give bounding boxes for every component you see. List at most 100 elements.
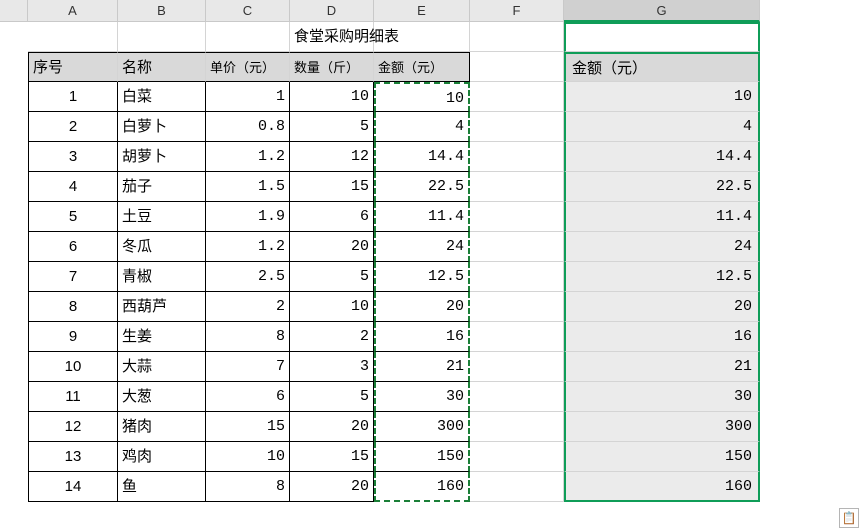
td-seq[interactable]: 1: [28, 82, 118, 112]
cell[interactable]: [470, 262, 564, 292]
td-name[interactable]: 猪肉: [118, 412, 206, 442]
td-seq[interactable]: 11: [28, 382, 118, 412]
td-price[interactable]: 1.2: [206, 232, 290, 262]
td-name[interactable]: 胡萝卜: [118, 142, 206, 172]
cell[interactable]: [470, 322, 564, 352]
td-amount[interactable]: 20: [374, 292, 470, 322]
td-g[interactable]: 14.4: [564, 142, 760, 172]
cell[interactable]: [470, 382, 564, 412]
td-qty[interactable]: 15: [290, 172, 374, 202]
td-seq[interactable]: 9: [28, 322, 118, 352]
td-price[interactable]: 1.5: [206, 172, 290, 202]
td-price[interactable]: 7: [206, 352, 290, 382]
td-amount[interactable]: 4: [374, 112, 470, 142]
cell[interactable]: [206, 22, 290, 52]
td-g[interactable]: 22.5: [564, 172, 760, 202]
td-name[interactable]: 土豆: [118, 202, 206, 232]
td-qty[interactable]: 20: [290, 472, 374, 502]
td-qty[interactable]: 5: [290, 112, 374, 142]
td-amount[interactable]: 30: [374, 382, 470, 412]
td-seq[interactable]: 10: [28, 352, 118, 382]
td-seq[interactable]: 3: [28, 142, 118, 172]
td-seq[interactable]: 13: [28, 442, 118, 472]
td-name[interactable]: 大葱: [118, 382, 206, 412]
td-qty[interactable]: 10: [290, 82, 374, 112]
td-g[interactable]: 20: [564, 292, 760, 322]
td-price[interactable]: 10: [206, 442, 290, 472]
td-name[interactable]: 青椒: [118, 262, 206, 292]
th-name[interactable]: 名称: [118, 52, 206, 82]
col-header-a[interactable]: A: [28, 0, 118, 22]
td-price[interactable]: 8: [206, 322, 290, 352]
th-price[interactable]: 单价（元）: [206, 52, 290, 82]
td-name[interactable]: 西葫芦: [118, 292, 206, 322]
td-amount[interactable]: 12.5: [374, 262, 470, 292]
td-price[interactable]: 8: [206, 472, 290, 502]
td-seq[interactable]: 4: [28, 172, 118, 202]
td-seq[interactable]: 5: [28, 202, 118, 232]
td-seq[interactable]: 2: [28, 112, 118, 142]
col-header-f[interactable]: F: [470, 0, 564, 22]
td-qty[interactable]: 20: [290, 412, 374, 442]
td-name[interactable]: 鸡肉: [118, 442, 206, 472]
td-amount[interactable]: 160: [374, 472, 470, 502]
cell[interactable]: [470, 472, 564, 502]
td-qty[interactable]: 20: [290, 232, 374, 262]
td-amount[interactable]: 14.4: [374, 142, 470, 172]
col-header-b[interactable]: B: [118, 0, 206, 22]
td-name[interactable]: 鱼: [118, 472, 206, 502]
col-header-d[interactable]: D: [290, 0, 374, 22]
cell[interactable]: [470, 142, 564, 172]
cell[interactable]: [470, 52, 564, 82]
cell[interactable]: [118, 22, 206, 52]
cell[interactable]: [470, 412, 564, 442]
td-seq[interactable]: 6: [28, 232, 118, 262]
td-qty[interactable]: 10: [290, 292, 374, 322]
td-price[interactable]: 1.9: [206, 202, 290, 232]
table-title[interactable]: 食堂采购明细表: [290, 22, 374, 52]
spreadsheet-grid[interactable]: A B C D E F G 食堂采购明细表 序号 名称 单价（元） 数量（斤） …: [0, 0, 861, 502]
paste-options-icon[interactable]: 📋: [839, 508, 859, 528]
td-amount[interactable]: 150: [374, 442, 470, 472]
td-amount[interactable]: 11.4: [374, 202, 470, 232]
td-seq[interactable]: 12: [28, 412, 118, 442]
cell[interactable]: [470, 82, 564, 112]
td-price[interactable]: 6: [206, 382, 290, 412]
select-all-corner[interactable]: [0, 0, 28, 22]
td-name[interactable]: 白萝卜: [118, 112, 206, 142]
td-amount[interactable]: 22.5: [374, 172, 470, 202]
td-name[interactable]: 冬瓜: [118, 232, 206, 262]
td-g[interactable]: 150: [564, 442, 760, 472]
td-g[interactable]: 300: [564, 412, 760, 442]
th-seq[interactable]: 序号: [28, 52, 118, 82]
cell[interactable]: [470, 232, 564, 262]
td-g[interactable]: 16: [564, 322, 760, 352]
td-g[interactable]: 12.5: [564, 262, 760, 292]
td-price[interactable]: 15: [206, 412, 290, 442]
td-g[interactable]: 10: [564, 82, 760, 112]
cell[interactable]: [470, 112, 564, 142]
td-amount[interactable]: 300: [374, 412, 470, 442]
td-price[interactable]: 2: [206, 292, 290, 322]
td-price[interactable]: 1: [206, 82, 290, 112]
td-qty[interactable]: 15: [290, 442, 374, 472]
col-header-c[interactable]: C: [206, 0, 290, 22]
cell[interactable]: [28, 22, 118, 52]
td-g[interactable]: 11.4: [564, 202, 760, 232]
td-price[interactable]: 2.5: [206, 262, 290, 292]
td-name[interactable]: 茄子: [118, 172, 206, 202]
td-price[interactable]: 0.8: [206, 112, 290, 142]
td-amount[interactable]: 10: [374, 82, 470, 112]
cell[interactable]: [470, 292, 564, 322]
cell[interactable]: [470, 442, 564, 472]
th-qty[interactable]: 数量（斤）: [290, 52, 374, 82]
cell[interactable]: [470, 22, 564, 52]
cell[interactable]: [470, 202, 564, 232]
cell[interactable]: [564, 22, 760, 52]
cell[interactable]: [470, 172, 564, 202]
g-header[interactable]: 金额（元）: [564, 52, 760, 82]
td-amount[interactable]: 24: [374, 232, 470, 262]
td-qty[interactable]: 5: [290, 262, 374, 292]
td-qty[interactable]: 6: [290, 202, 374, 232]
td-qty[interactable]: 3: [290, 352, 374, 382]
